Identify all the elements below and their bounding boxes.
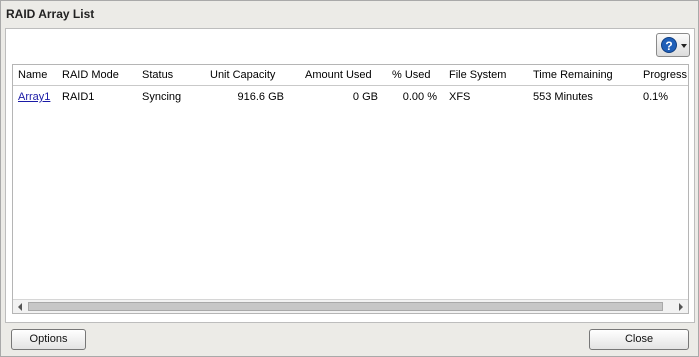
column-header-percent-used[interactable]: % Used xyxy=(392,69,431,81)
cell-amount-used: 0 GB xyxy=(352,91,378,103)
column-header-time-remaining[interactable]: Time Remaining xyxy=(533,69,613,81)
chevron-down-icon xyxy=(681,44,687,48)
column-header-name[interactable]: Name xyxy=(18,69,47,81)
cell-time-remaining: 553 Minutes xyxy=(533,91,593,103)
help-icon: ? xyxy=(661,37,677,53)
column-header-raid-mode[interactable]: RAID Mode xyxy=(62,69,119,81)
cell-raid-mode: RAID1 xyxy=(62,91,95,103)
raid-array-table: Name RAID Mode Status Unit Capacity Amou… xyxy=(12,64,689,314)
window-title: RAID Array List xyxy=(6,7,95,21)
raid-array-list-window: RAID Array List ? Name RAID Mode Status … xyxy=(0,0,699,357)
table-row[interactable]: Array1 RAID1 Syncing 916.6 GB 0 GB 0.00 … xyxy=(13,87,688,109)
content-panel: ? Name RAID Mode Status Unit Capacity Am… xyxy=(5,28,695,323)
horizontal-scrollbar[interactable] xyxy=(13,299,688,313)
scrollbar-thumb[interactable] xyxy=(28,302,663,311)
array-name-link[interactable]: Array1 xyxy=(18,91,50,103)
scroll-left-icon[interactable] xyxy=(18,303,22,311)
column-header-unit-capacity[interactable]: Unit Capacity xyxy=(210,69,275,81)
close-button[interactable]: Close xyxy=(589,329,689,350)
cell-unit-capacity: 916.6 GB xyxy=(237,91,284,103)
help-menu-button[interactable]: ? xyxy=(656,33,690,57)
table-header: Name RAID Mode Status Unit Capacity Amou… xyxy=(13,65,688,86)
cell-file-system: XFS xyxy=(449,91,471,103)
column-header-file-system[interactable]: File System xyxy=(449,69,506,81)
column-header-status[interactable]: Status xyxy=(142,69,173,81)
options-button[interactable]: Options xyxy=(11,329,86,350)
cell-percent-used: 0.00 % xyxy=(402,91,437,103)
column-header-progress[interactable]: Progress xyxy=(643,69,687,81)
cell-status: Syncing xyxy=(142,91,182,103)
column-header-amount-used[interactable]: Amount Used xyxy=(305,69,372,81)
scroll-right-icon[interactable] xyxy=(679,303,683,311)
cell-progress: 0.1% xyxy=(643,91,669,103)
